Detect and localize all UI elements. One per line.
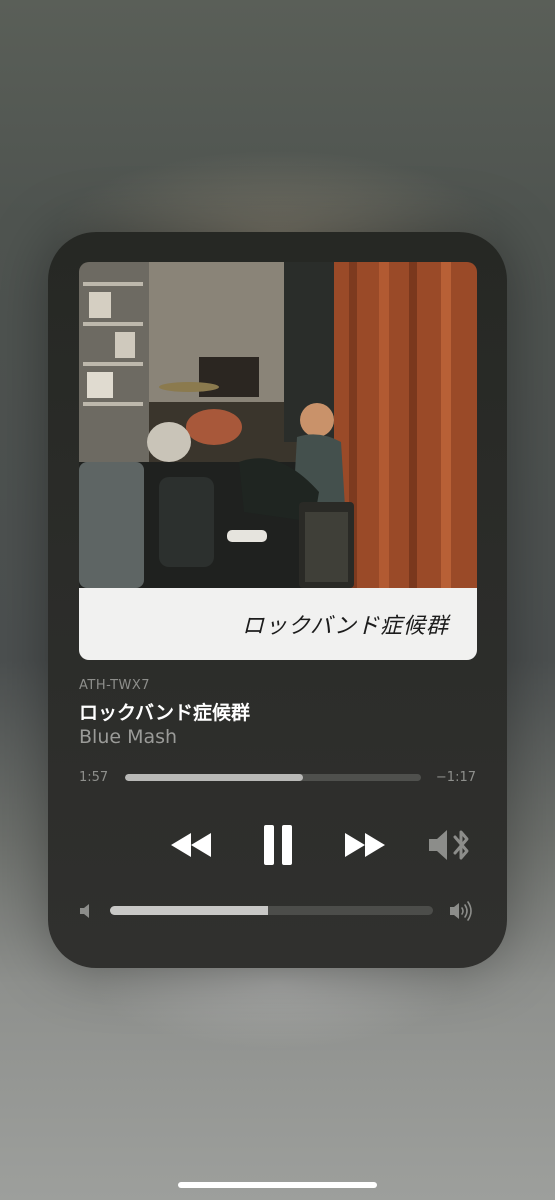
- home-indicator[interactable]: [178, 1182, 377, 1188]
- speaker-high-icon: [450, 901, 472, 921]
- pause-icon: [264, 825, 292, 865]
- audio-output-button[interactable]: [426, 826, 474, 864]
- album-photo: [79, 262, 477, 588]
- rewind-button[interactable]: [166, 827, 216, 863]
- rewind-icon: [171, 833, 211, 857]
- fast-forward-icon: [345, 833, 385, 857]
- track-title: ロックバンド症候群: [79, 702, 251, 724]
- elapsed-time: 1:57: [79, 770, 109, 785]
- pause-button[interactable]: [257, 822, 299, 868]
- fast-forward-button[interactable]: [340, 827, 390, 863]
- album-cover-title: ロックバンド症候群: [241, 614, 449, 639]
- volume-level-fill: [110, 906, 269, 915]
- album-artwork: ロックバンド症候群: [79, 262, 477, 660]
- speaker-low-icon: [80, 904, 89, 918]
- playback-progress-fill: [125, 774, 303, 781]
- output-device-name: ATH-TWX7: [79, 678, 151, 693]
- remaining-time: −1:17: [435, 770, 476, 785]
- artist-name: Blue Mash: [79, 726, 178, 748]
- volume-slider[interactable]: [110, 906, 433, 915]
- now-playing-card: ロックバンド症候群 ATH-TWX7 ロックバンド症候群 Blue Mash 1…: [48, 232, 507, 968]
- playback-scrubber[interactable]: [125, 774, 421, 781]
- bluetooth-speaker-icon: [429, 830, 469, 860]
